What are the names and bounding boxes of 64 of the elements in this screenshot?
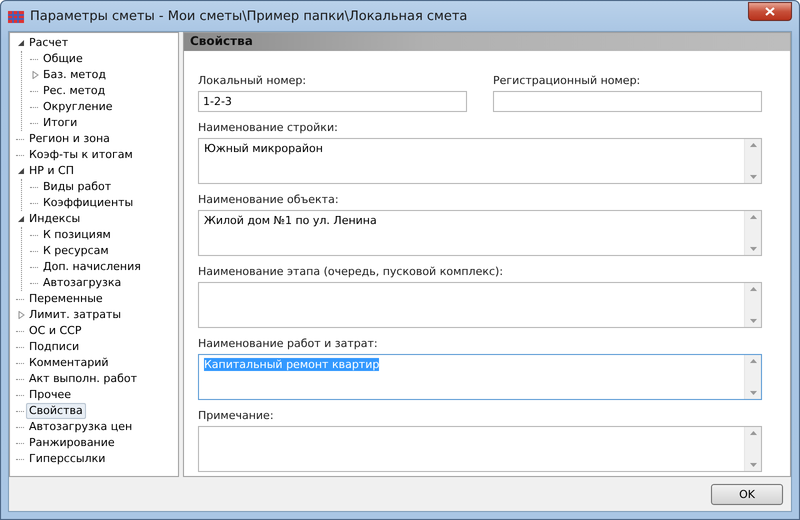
field-label: Регистрационный номер: [493, 74, 642, 87]
table-icon [8, 9, 24, 23]
text-area[interactable]: Южный микрорайон [198, 138, 762, 184]
scroll-up-icon[interactable] [750, 287, 756, 291]
scroll-up-icon[interactable] [750, 143, 756, 147]
tree-item[interactable]: К ресурсам [40, 243, 112, 259]
field-label: Наименование объекта: [198, 193, 340, 206]
tree-item[interactable]: Доп. начисления [40, 259, 144, 275]
tree-item[interactable]: Подписи [26, 339, 82, 355]
text-area[interactable]: Жилой дом №1 по ул. Ленина [198, 210, 762, 256]
scroll-down-icon[interactable] [750, 175, 756, 179]
field-label: Наименование этапа (очередь, пусковой комплекс): [198, 265, 504, 278]
tree-item[interactable]: Лимит. затраты [26, 307, 124, 323]
tree-item[interactable]: Рес. метод [40, 83, 108, 99]
tree-item[interactable]: Акт выполн. работ [26, 371, 140, 387]
field-value: Капитальный ремонт квартир [204, 358, 380, 371]
tree-item[interactable]: Виды работ [40, 179, 114, 195]
field-value: Жилой дом №1 по ул. Ленина [204, 214, 377, 227]
input-field[interactable] [493, 91, 762, 112]
field-value: Южный микрорайон [204, 142, 323, 155]
scrollbar[interactable] [744, 211, 761, 255]
text-area[interactable] [198, 282, 762, 328]
tree-item[interactable]: Прочее [26, 387, 74, 403]
input-field[interactable]: 1-2-3 [198, 91, 467, 112]
tree-item[interactable]: Коэффициенты [40, 195, 136, 211]
field-label: Наименование работ и затрат: [198, 337, 379, 350]
tree-item[interactable]: Автозагрузка цен [26, 419, 136, 435]
scroll-down-icon[interactable] [750, 247, 756, 251]
tree-item[interactable]: Расчет [26, 35, 72, 51]
tree-item[interactable]: К позициям [40, 227, 114, 243]
window-title: Параметры сметы - Мои сметы\Пример папки\Локальная смета [30, 8, 468, 24]
scroll-up-icon[interactable] [750, 359, 756, 363]
tree-item[interactable]: НР и СП [26, 163, 77, 179]
field-label: Локальный номер: [198, 74, 308, 87]
panel-header: Свойства [184, 33, 790, 51]
text-area[interactable] [198, 426, 762, 472]
tree-item[interactable]: Округление [40, 99, 116, 115]
scrollbar[interactable] [744, 139, 761, 183]
tree-item[interactable]: Свойства [26, 403, 86, 419]
close-button[interactable] [748, 2, 792, 20]
ok-button[interactable]: OK [711, 484, 783, 504]
field-label: Примечание: [198, 409, 275, 422]
tree-item[interactable]: Комментарий [26, 355, 112, 371]
scrollbar[interactable] [744, 355, 761, 399]
tree-item[interactable]: Итоги [40, 115, 80, 131]
tree-item[interactable]: Коэф-ты к итогам [26, 147, 136, 163]
close-icon [765, 6, 775, 16]
tree-item[interactable]: Переменные [26, 291, 106, 307]
tree-item[interactable]: Баз. метод [40, 67, 109, 83]
scroll-down-icon[interactable] [750, 463, 756, 467]
scrollbar[interactable] [744, 427, 761, 471]
tree-item[interactable]: Ранжирование [26, 435, 118, 451]
tree-item[interactable]: Регион и зона [26, 131, 113, 147]
field-label: Наименование стройки: [198, 121, 339, 134]
tree-item[interactable]: Автозагрузка [40, 275, 124, 291]
scroll-down-icon[interactable] [750, 319, 756, 323]
scroll-down-icon[interactable] [750, 391, 756, 395]
tree-item[interactable]: Гиперссылки [26, 451, 108, 467]
scroll-up-icon[interactable] [750, 215, 756, 219]
tree-item[interactable]: Общие [40, 51, 86, 67]
scrollbar[interactable] [744, 283, 761, 327]
tree-item[interactable]: ОС и ССР [26, 323, 84, 339]
scroll-up-icon[interactable] [750, 431, 756, 435]
tree-item[interactable]: Индексы [26, 211, 84, 227]
